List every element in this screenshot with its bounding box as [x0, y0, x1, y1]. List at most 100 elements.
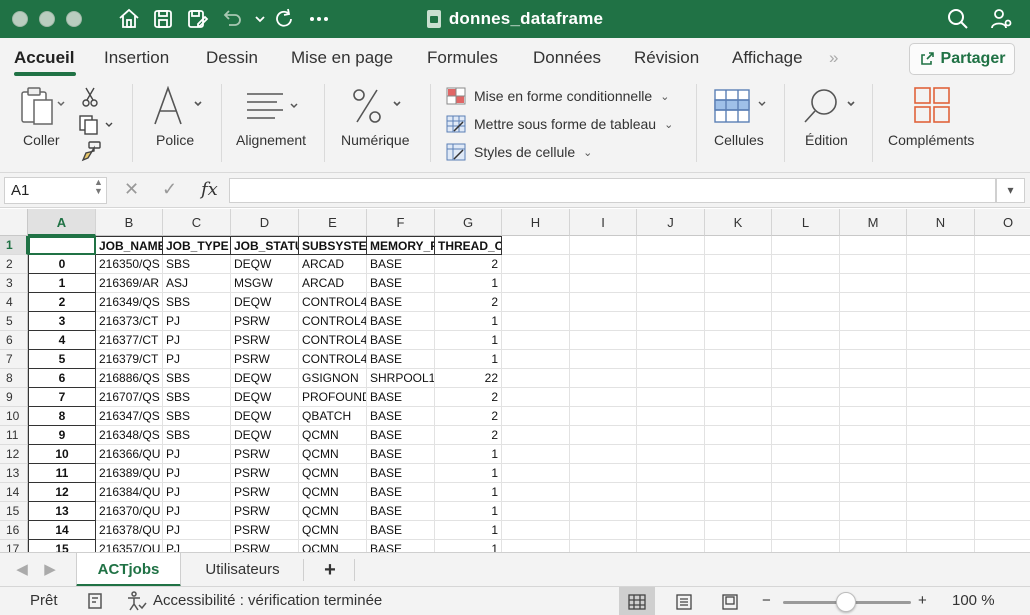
- table-cell[interactable]: 2: [435, 293, 502, 312]
- table-cell[interactable]: [502, 464, 570, 483]
- table-cell[interactable]: PJ: [163, 464, 231, 483]
- table-cell[interactable]: BASE: [367, 293, 435, 312]
- column-header-o[interactable]: O: [975, 209, 1030, 236]
- table-cell[interactable]: ARCAD: [299, 274, 367, 293]
- table-cell[interactable]: [975, 483, 1030, 502]
- table-cell[interactable]: [502, 369, 570, 388]
- column-header-l[interactable]: L: [772, 209, 840, 236]
- table-cell[interactable]: 1: [435, 445, 502, 464]
- table-cell[interactable]: PJ: [163, 312, 231, 331]
- table-cell[interactable]: [840, 293, 907, 312]
- column-header-e[interactable]: E: [299, 209, 367, 236]
- table-cell[interactable]: BASE: [367, 540, 435, 552]
- table-cell[interactable]: [772, 521, 840, 540]
- table-cell[interactable]: PSRW: [231, 502, 299, 521]
- table-cell[interactable]: [840, 445, 907, 464]
- table-cell[interactable]: [975, 502, 1030, 521]
- row-header[interactable]: 17: [0, 540, 28, 552]
- table-cell[interactable]: 1: [435, 483, 502, 502]
- table-cell[interactable]: BASE: [367, 388, 435, 407]
- table-cell[interactable]: 15: [28, 540, 96, 552]
- tab-insertion[interactable]: Insertion: [104, 48, 169, 68]
- table-cell[interactable]: [975, 274, 1030, 293]
- tab-revision[interactable]: Révision: [634, 48, 699, 68]
- table-cell[interactable]: 14: [28, 521, 96, 540]
- table-cell[interactable]: 216378/QU: [96, 521, 163, 540]
- table-cell[interactable]: 1: [435, 464, 502, 483]
- table-cell[interactable]: [907, 388, 975, 407]
- copy-icon[interactable]: [78, 114, 118, 136]
- accessibility-status[interactable]: Accessibilité : vérification terminée: [153, 592, 382, 609]
- table-cell[interactable]: [502, 293, 570, 312]
- table-cell[interactable]: [772, 369, 840, 388]
- table-cell[interactable]: [502, 521, 570, 540]
- tab-affichage[interactable]: Affichage: [732, 48, 803, 68]
- table-cell[interactable]: [570, 540, 637, 552]
- accessibility-icon[interactable]: [125, 591, 147, 615]
- table-cell[interactable]: 216347/QS: [96, 407, 163, 426]
- table-cell[interactable]: DEQW: [231, 426, 299, 445]
- table-cell[interactable]: [637, 274, 705, 293]
- table-cell[interactable]: [502, 388, 570, 407]
- table-cell[interactable]: [705, 521, 772, 540]
- table-cell[interactable]: 2: [28, 293, 96, 312]
- table-cell[interactable]: QCMN: [299, 521, 367, 540]
- header-cell[interactable]: THREAD_COUNT: [435, 236, 502, 255]
- prev-sheet-icon[interactable]: ◀: [12, 553, 32, 587]
- tab-donnees[interactable]: Données: [533, 48, 601, 68]
- table-cell[interactable]: [502, 350, 570, 369]
- table-cell[interactable]: DEQW: [231, 369, 299, 388]
- cancel-formula-icon[interactable]: ✕: [124, 179, 139, 200]
- header-cell[interactable]: [975, 236, 1030, 255]
- table-cell[interactable]: [840, 312, 907, 331]
- table-cell[interactable]: [772, 350, 840, 369]
- table-cell[interactable]: [570, 426, 637, 445]
- table-cell[interactable]: [705, 502, 772, 521]
- table-cell[interactable]: [570, 521, 637, 540]
- table-cell[interactable]: 1: [435, 312, 502, 331]
- table-cell[interactable]: [907, 483, 975, 502]
- table-cell[interactable]: [772, 274, 840, 293]
- row-header[interactable]: 3: [0, 274, 28, 293]
- table-cell[interactable]: PSRW: [231, 350, 299, 369]
- table-cell[interactable]: [772, 388, 840, 407]
- table-cell[interactable]: MSGW: [231, 274, 299, 293]
- table-cell[interactable]: 216357/QU: [96, 540, 163, 552]
- table-cell[interactable]: 1: [435, 350, 502, 369]
- table-cell[interactable]: [570, 274, 637, 293]
- table-cell[interactable]: 216384/QU: [96, 483, 163, 502]
- table-cell[interactable]: [570, 388, 637, 407]
- table-cell[interactable]: SBS: [163, 293, 231, 312]
- table-cell[interactable]: [502, 540, 570, 552]
- table-cell[interactable]: [772, 293, 840, 312]
- table-cell[interactable]: BASE: [367, 502, 435, 521]
- column-header-m[interactable]: M: [840, 209, 907, 236]
- table-cell[interactable]: 2: [435, 388, 502, 407]
- header-cell[interactable]: SUBSYSTEM: [299, 236, 367, 255]
- table-cell[interactable]: 216349/QS: [96, 293, 163, 312]
- table-cell[interactable]: [840, 388, 907, 407]
- table-cell[interactable]: 13: [28, 502, 96, 521]
- table-cell[interactable]: [907, 521, 975, 540]
- column-header-d[interactable]: D: [231, 209, 299, 236]
- zoom-level[interactable]: 100 %: [952, 592, 995, 609]
- table-cell[interactable]: [772, 445, 840, 464]
- table-cell[interactable]: 7: [28, 388, 96, 407]
- table-cell[interactable]: [502, 502, 570, 521]
- table-cell[interactable]: 1: [435, 521, 502, 540]
- table-cell[interactable]: [975, 464, 1030, 483]
- table-cell[interactable]: [705, 350, 772, 369]
- normal-view-icon[interactable]: [619, 587, 655, 615]
- table-cell[interactable]: [570, 464, 637, 483]
- row-header[interactable]: 10: [0, 407, 28, 426]
- table-cell[interactable]: DEQW: [231, 407, 299, 426]
- table-cell[interactable]: [637, 388, 705, 407]
- column-header-g[interactable]: G: [435, 209, 502, 236]
- table-cell[interactable]: 1: [28, 274, 96, 293]
- search-icon[interactable]: [946, 7, 970, 31]
- table-cell[interactable]: 5: [28, 350, 96, 369]
- table-cell[interactable]: [975, 426, 1030, 445]
- table-cell[interactable]: [637, 540, 705, 552]
- table-cell[interactable]: SBS: [163, 388, 231, 407]
- table-cell[interactable]: 2: [435, 426, 502, 445]
